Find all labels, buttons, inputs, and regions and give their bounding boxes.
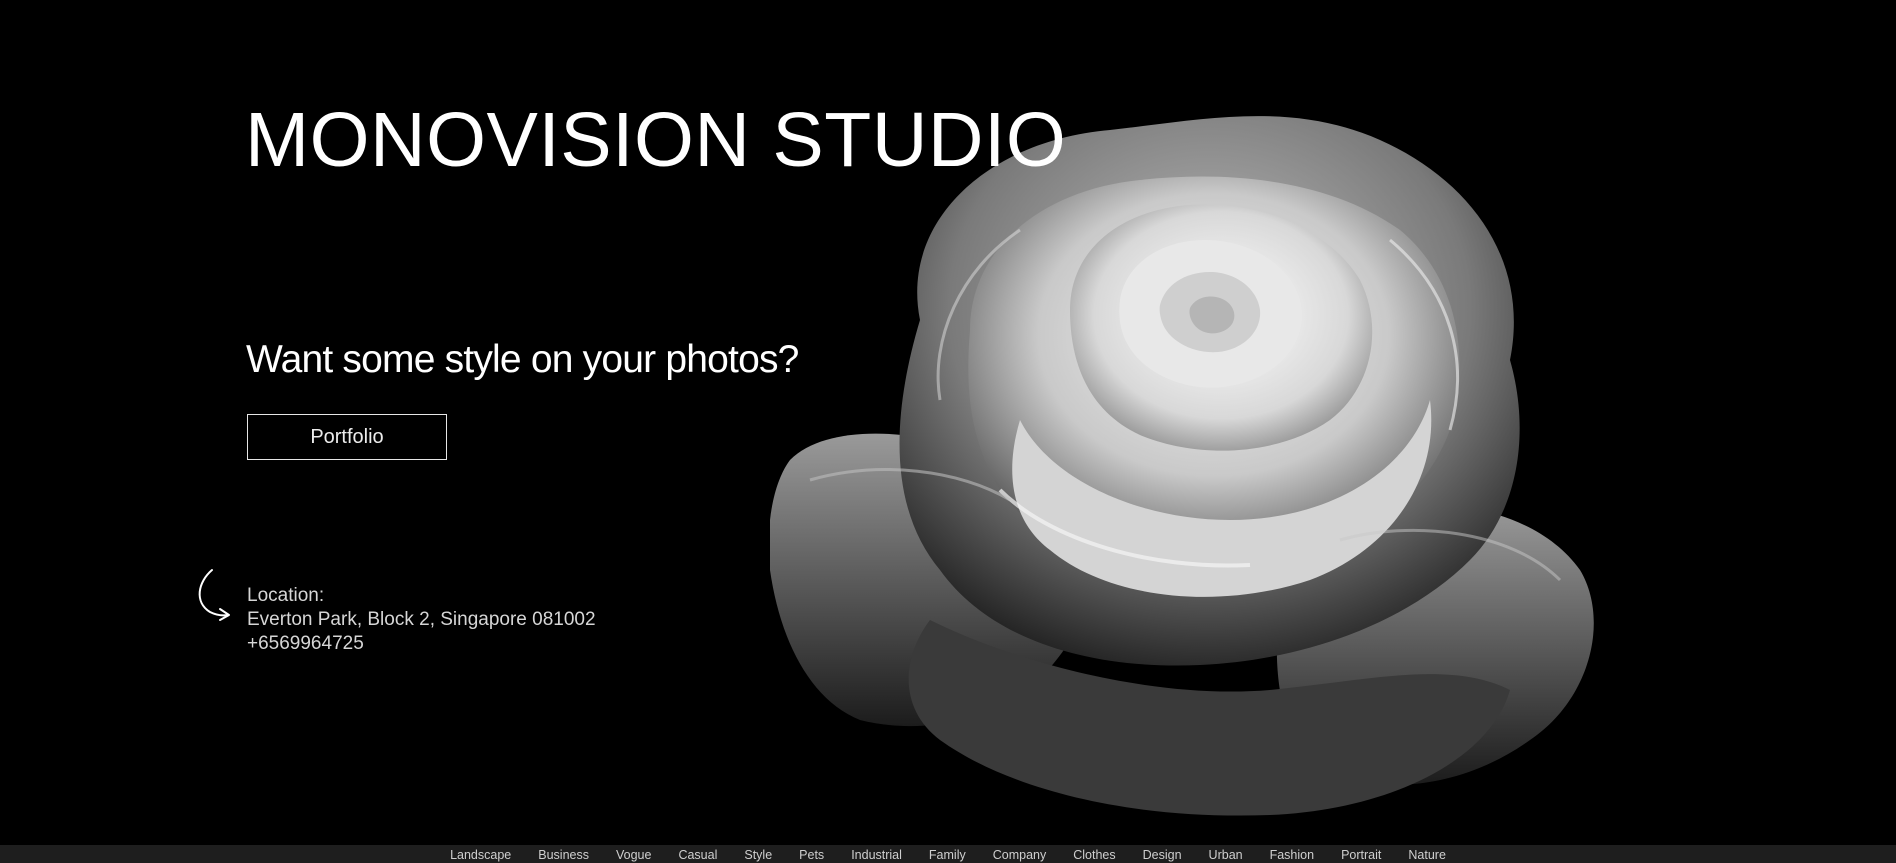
nav-link-business[interactable]: Business [538,847,589,863]
page-title: MONOVISION STUDIO [245,97,1067,183]
nav-link-clothes[interactable]: Clothes [1073,847,1115,863]
nav-link-vogue[interactable]: Vogue [616,847,651,863]
nav-link-landscape[interactable]: Landscape [450,847,511,863]
nav-link-design[interactable]: Design [1143,847,1182,863]
location-phone: +6569964725 [247,633,364,654]
nav-link-industrial[interactable]: Industrial [851,847,902,863]
location-label: Location: [247,585,325,606]
curved-arrow-icon [190,568,238,624]
footer-nav: Landscape Business Vogue Casual Style Pe… [0,845,1896,863]
nav-link-casual[interactable]: Casual [678,847,717,863]
nav-link-family[interactable]: Family [929,847,966,863]
nav-link-nature[interactable]: Nature [1408,847,1446,863]
nav-link-pets[interactable]: Pets [799,847,824,863]
rose-image [770,100,1610,820]
location-block: Location: Everton Park, Block 2, Singapo… [247,584,596,656]
portfolio-button[interactable]: Portfolio [247,414,447,460]
nav-link-company[interactable]: Company [993,847,1047,863]
nav-link-fashion[interactable]: Fashion [1270,847,1314,863]
hero-tagline: Want some style on your photos? [246,338,799,381]
nav-link-style[interactable]: Style [744,847,772,863]
location-address: Everton Park, Block 2, Singapore 081002 [247,609,596,630]
nav-link-urban[interactable]: Urban [1209,847,1243,863]
page: MONOVISION STUDIO Want some style on you… [0,0,1896,863]
nav-link-portrait[interactable]: Portrait [1341,847,1381,863]
